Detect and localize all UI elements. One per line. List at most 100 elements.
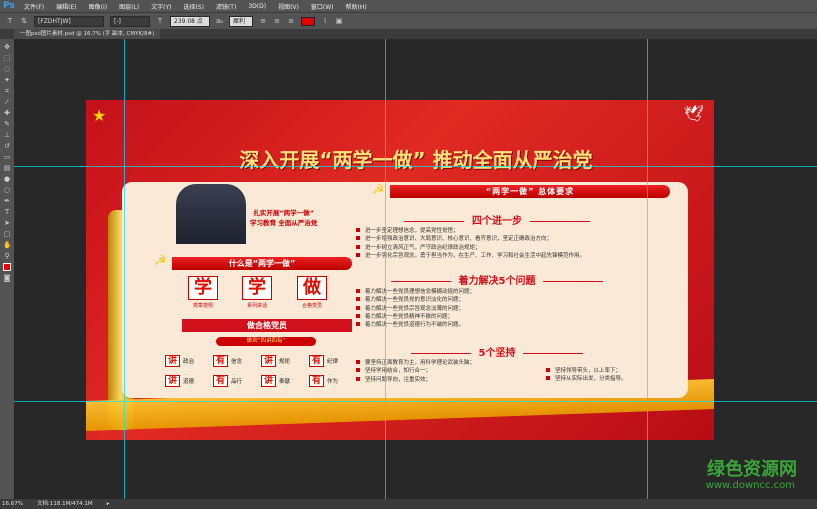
menu-select[interactable]: 选择(S) bbox=[177, 2, 210, 11]
type-tool-icon[interactable]: T bbox=[6, 17, 14, 25]
leader-photo bbox=[176, 184, 246, 244]
align-right-icon[interactable]: ≡ bbox=[287, 17, 295, 25]
section-list: 着力解决一些党员理想信念模糊动摇的问题； 着力解决一些党员党的意识淡化的问题； … bbox=[356, 288, 646, 329]
align-left-icon[interactable]: ≡ bbox=[259, 17, 267, 25]
panels-icon[interactable]: ▣ bbox=[335, 17, 343, 25]
list-item: 进一步坚定理想信念，提高党性觉悟； bbox=[356, 227, 646, 235]
guide-line[interactable] bbox=[14, 401, 817, 402]
jy-item: 讲规矩 bbox=[261, 355, 290, 367]
list-item: 进一步树立清风正气，严守政治纪律政治规矩； bbox=[356, 244, 646, 252]
menu-3d[interactable]: 3D(D) bbox=[242, 3, 272, 10]
guide-line[interactable] bbox=[647, 39, 648, 499]
marquee-icon[interactable]: ⬚ bbox=[3, 54, 11, 62]
toolbox: ✥ ⬚ ◌ ✦ ⌗ ⁄ ✚ ✎ ⊥ ↺ ▭ ▤ ● ○ ✒ T ➤ ▢ ✋ ⚲ … bbox=[0, 39, 14, 499]
section-heading: 5个坚持 bbox=[354, 344, 640, 359]
eraser-icon[interactable]: ▭ bbox=[3, 153, 11, 161]
wand-icon[interactable]: ✦ bbox=[3, 76, 11, 84]
font-family-select[interactable]: [FZDHTJW] bbox=[34, 15, 104, 27]
history-brush-icon[interactable]: ↺ bbox=[3, 142, 11, 150]
list-item: 着力解决一些党员党的意识淡化的问题； bbox=[356, 296, 646, 304]
list-item: 坚持从实际出发，分类指导。 bbox=[546, 375, 656, 383]
crop-icon[interactable]: ⌗ bbox=[3, 87, 11, 95]
healing-icon[interactable]: ✚ bbox=[3, 109, 11, 117]
menu-edit[interactable]: 编辑(E) bbox=[50, 2, 82, 11]
menu-type[interactable]: 文字(Y) bbox=[145, 2, 177, 11]
poster-title: 深入开展“两学一做” 推动全面从严治党 bbox=[239, 148, 593, 172]
list-item: 着力解决一些党员宗旨观念淡薄的问题； bbox=[356, 305, 646, 313]
dodge-icon[interactable]: ○ bbox=[3, 186, 11, 194]
options-bar: T ⇅ [FZDHTJW] [-] T 239.08 点 aₐ 犀利 ≡ ≡ ≡… bbox=[0, 12, 817, 29]
zoom-level[interactable]: 16.67% bbox=[2, 499, 23, 509]
quick-mask-icon[interactable]: ◙ bbox=[3, 274, 11, 282]
watermark-url: www.downcc.com bbox=[705, 480, 795, 491]
status-menu-arrow-icon[interactable]: ▸ bbox=[107, 499, 110, 509]
list-item: 进一步增强政治意识、大局意识、核心意识、看齐意识，坚定正确政治方向； bbox=[356, 235, 646, 243]
document-tab[interactable]: 一图psd图片素材.psd @ 16.7% (字 副本, CMYK/8#) bbox=[14, 29, 161, 39]
menu-help[interactable]: 帮助(H) bbox=[340, 2, 373, 11]
menu-image[interactable]: 图像(I) bbox=[83, 2, 113, 11]
photoshop-logo: Ps bbox=[3, 1, 15, 11]
path-select-icon[interactable]: ➤ bbox=[3, 219, 11, 227]
jy-item: 有品行 bbox=[213, 375, 242, 387]
list-item: 着力解决一些党员道德行为不端的问题。 bbox=[356, 321, 646, 329]
antialias-select[interactable]: 犀利 bbox=[229, 15, 254, 27]
list-item: 进一步强化宗旨观念，勇于担当作为，在生产、工作、学习和社会生活中起先锋模范作用。 bbox=[356, 252, 646, 260]
menu-window[interactable]: 窗口(W) bbox=[305, 2, 340, 11]
menu-file[interactable]: 文件(F) bbox=[18, 2, 50, 11]
font-size-field[interactable]: 239.08 点 bbox=[170, 15, 210, 27]
brush-icon[interactable]: ✎ bbox=[3, 120, 11, 128]
doc-size: 文档:118.1M/474.1M bbox=[36, 501, 93, 507]
shape-icon[interactable]: ▢ bbox=[3, 230, 11, 238]
blur-icon[interactable]: ● bbox=[3, 175, 11, 183]
requirements-banner: “两学一做” 总体要求 bbox=[390, 185, 670, 198]
list-item: 要坚持正面教育为主，用科学理论武装头脑； bbox=[356, 359, 516, 367]
char-caption: 合格党员 bbox=[301, 303, 322, 309]
char-caption: 党章党规 bbox=[192, 303, 213, 309]
section-list: 要坚持正面教育为主，用科学理论武装头脑； 坚持学用结合，知行合一； 坚持问题导向… bbox=[356, 359, 516, 384]
eyedropper-icon[interactable]: ⁄ bbox=[3, 98, 11, 106]
star-icon: ★ bbox=[92, 106, 107, 125]
what-is-banner: 什么是“两学一做” bbox=[172, 257, 352, 270]
guide-line[interactable] bbox=[385, 39, 386, 499]
list-item: 坚持领导带头，以上率下； bbox=[546, 367, 656, 375]
char-caption: 系列讲话 bbox=[246, 303, 267, 309]
stamp-icon[interactable]: ⊥ bbox=[3, 131, 11, 139]
party-emblem-icon: ☭ bbox=[372, 182, 385, 198]
pen-icon[interactable]: ✒ bbox=[3, 197, 11, 205]
guide-line[interactable] bbox=[124, 39, 125, 499]
list-item: 坚持学用结合，知行合一； bbox=[356, 367, 516, 375]
watermark-text: 绿色资源网 bbox=[707, 459, 797, 480]
warp-text-icon[interactable]: ⌇ bbox=[321, 17, 329, 25]
orientation-icon[interactable]: ⇅ bbox=[20, 17, 28, 25]
font-style-select[interactable]: [-] bbox=[110, 15, 150, 27]
list-item: 着力解决一些党员理想信念模糊动摇的问题； bbox=[356, 288, 646, 296]
slogan-line-1: 扎实开展“两学一做” bbox=[253, 209, 314, 217]
qualified-banner: 做合格党员 bbox=[182, 319, 352, 332]
menu-view[interactable]: 视图(V) bbox=[272, 2, 305, 11]
slogan-line-2: 学习教育 全面从严治党 bbox=[250, 219, 318, 227]
four-haves-pill: 做到“四讲四有” bbox=[216, 337, 316, 346]
section-heading: 四个进一步 bbox=[354, 212, 640, 227]
menu-filter[interactable]: 滤镜(T) bbox=[210, 2, 242, 11]
jy-item: 讲奉献 bbox=[261, 375, 290, 387]
jy-item: 有纪律 bbox=[309, 355, 338, 367]
guide-line[interactable] bbox=[14, 166, 817, 167]
zoom-icon[interactable]: ⚲ bbox=[3, 252, 11, 260]
align-center-icon[interactable]: ≡ bbox=[273, 17, 281, 25]
text-color-swatch[interactable] bbox=[301, 16, 316, 26]
lasso-icon[interactable]: ◌ bbox=[3, 65, 11, 73]
menu-layer[interactable]: 图层(L) bbox=[113, 2, 145, 11]
antialias-icon: aₐ bbox=[216, 17, 224, 25]
move-icon[interactable]: ✥ bbox=[3, 43, 11, 51]
section-list: 进一步坚定理想信念，提高党性觉悟； 进一步增强政治意识、大局意识、核心意识、看齐… bbox=[356, 227, 646, 260]
color-swatches-icon[interactable] bbox=[3, 263, 11, 271]
dove-icon: 🕊 bbox=[683, 104, 704, 123]
party-emblem-icon: ☭ bbox=[154, 253, 167, 269]
hand-icon[interactable]: ✋ bbox=[3, 241, 12, 249]
gradient-icon[interactable]: ▤ bbox=[3, 164, 11, 172]
jy-item: 讲道德 bbox=[165, 375, 194, 387]
document-tabs: 一图psd图片素材.psd @ 16.7% (字 副本, CMYK/8#) bbox=[0, 29, 817, 39]
type-icon[interactable]: T bbox=[3, 208, 11, 216]
font-size-icon: T bbox=[157, 17, 163, 25]
menu-bar: Ps 文件(F) 编辑(E) 图像(I) 图层(L) 文字(Y) 选择(S) 滤… bbox=[0, 0, 817, 12]
